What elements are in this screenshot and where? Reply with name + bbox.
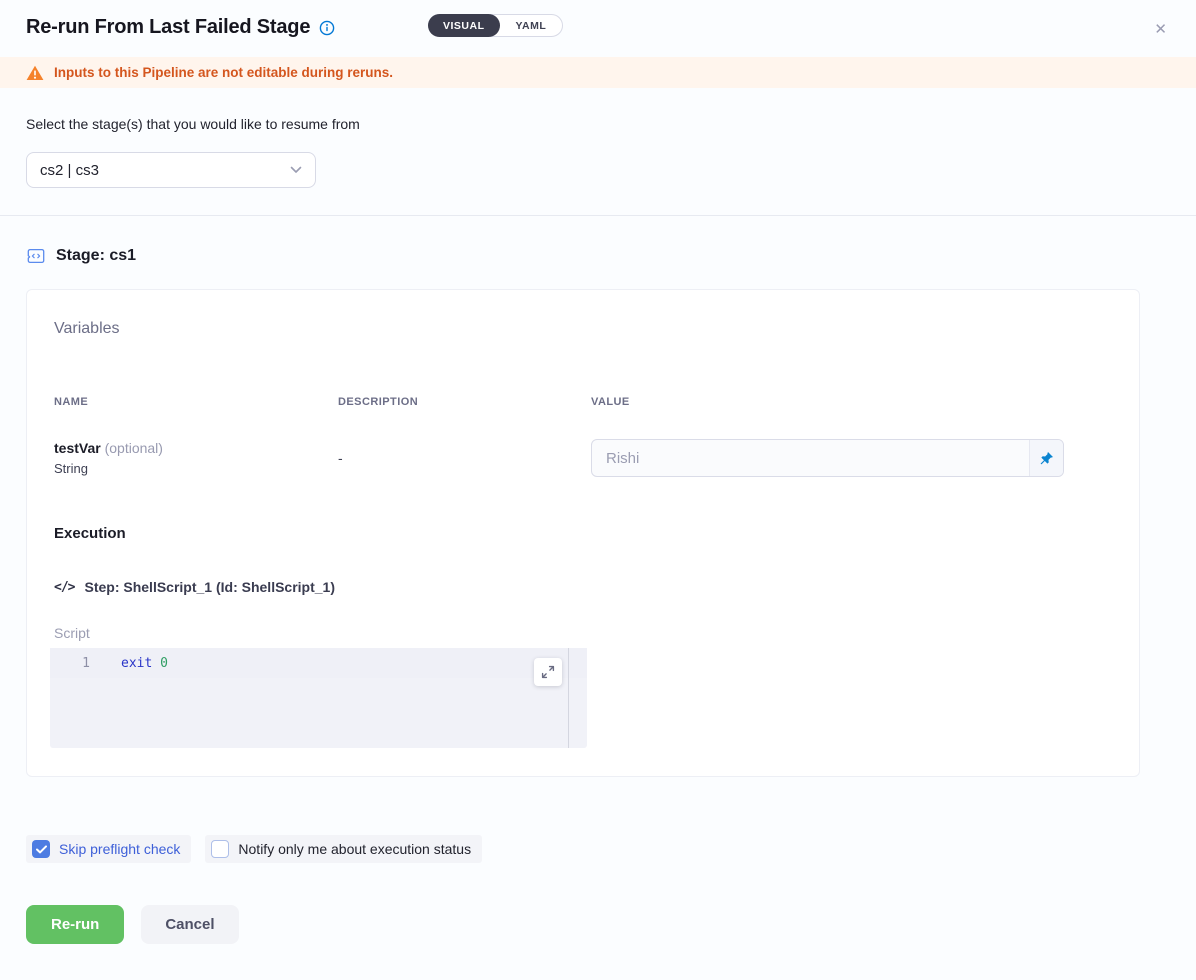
stage-inputs-card: Variables NAME DESCRIPTION VALUE testVar… <box>26 289 1140 777</box>
variable-value-input[interactable] <box>592 440 1029 476</box>
variable-name-cell: testVar (optional) String <box>54 440 338 476</box>
stage-heading: Stage: cs1 <box>26 246 1170 266</box>
rerun-button[interactable]: Re-run <box>26 905 124 944</box>
step-heading: </> Step: ShellScript_1 (Id: ShellScript… <box>54 579 1112 595</box>
variable-optional-tag: (optional) <box>105 440 163 456</box>
variables-table-header: NAME DESCRIPTION VALUE <box>54 396 1112 408</box>
column-header-value: VALUE <box>591 396 1112 408</box>
custom-stage-icon <box>26 246 46 266</box>
toggle-yaml-button[interactable]: YAML <box>500 20 563 32</box>
variable-description: - <box>338 450 591 466</box>
column-header-description: DESCRIPTION <box>338 396 591 408</box>
info-icon[interactable] <box>319 20 335 36</box>
variable-type: String <box>54 461 338 476</box>
expand-icon <box>541 665 555 679</box>
cancel-button[interactable]: Cancel <box>141 905 238 944</box>
variable-value-field <box>591 439 1064 477</box>
modal-header: Re-run From Last Failed Stage VISUAL YAM… <box>0 0 1196 57</box>
run-options: Skip preflight check Notify only me abou… <box>26 835 1170 863</box>
execution-section-title: Execution <box>54 525 1112 542</box>
stage-heading-label: Stage: cs1 <box>56 247 136 265</box>
stage-select-label: Select the stage(s) that you would like … <box>26 116 1170 132</box>
code-step-icon: </> <box>54 580 74 595</box>
modal-body: Stage: cs1 Variables NAME DESCRIPTION VA… <box>0 216 1196 944</box>
script-field-label: Script <box>54 625 1112 641</box>
code-keyword: exit <box>121 656 152 671</box>
skip-preflight-label: Skip preflight check <box>59 841 180 857</box>
close-icon[interactable]: ✕ <box>1154 22 1167 37</box>
editor-code: exit 0 <box>110 656 168 671</box>
warning-banner: Inputs to this Pipeline are not editable… <box>0 57 1196 88</box>
column-header-name: NAME <box>54 396 338 408</box>
notify-only-me-checkbox[interactable] <box>211 840 229 858</box>
variables-section-title: Variables <box>54 320 1112 338</box>
variable-name: testVar <box>54 440 101 456</box>
skip-preflight-option[interactable]: Skip preflight check <box>26 835 191 863</box>
script-code-editor[interactable]: 1 exit 0 <box>50 648 587 748</box>
action-buttons: Re-run Cancel <box>26 905 1170 944</box>
pin-icon[interactable] <box>1029 440 1063 476</box>
toggle-visual-button[interactable]: VISUAL <box>428 14 500 37</box>
skip-preflight-checkbox[interactable] <box>32 840 50 858</box>
step-label: Step: ShellScript_1 (Id: ShellScript_1) <box>84 579 335 595</box>
code-argument: 0 <box>160 656 168 671</box>
expand-editor-button[interactable] <box>534 658 562 686</box>
visual-yaml-toggle: VISUAL YAML <box>428 14 563 37</box>
stage-select-value: cs2 | cs3 <box>40 162 99 179</box>
page-title: Re-run From Last Failed Stage <box>26 16 310 39</box>
stage-select-section: Select the stage(s) that you would like … <box>0 88 1196 216</box>
notify-only-me-label: Notify only me about execution status <box>238 841 471 857</box>
warning-icon <box>26 65 44 81</box>
variable-row: testVar (optional) String - <box>54 439 1112 477</box>
editor-line: 1 exit 0 <box>50 648 587 678</box>
chevron-down-icon <box>290 166 302 174</box>
warning-text: Inputs to this Pipeline are not editable… <box>54 65 393 80</box>
editor-line-number: 1 <box>50 656 110 671</box>
notify-only-me-option[interactable]: Notify only me about execution status <box>205 835 482 863</box>
editor-scrollbar[interactable] <box>568 648 569 748</box>
stage-select-dropdown[interactable]: cs2 | cs3 <box>26 152 316 188</box>
